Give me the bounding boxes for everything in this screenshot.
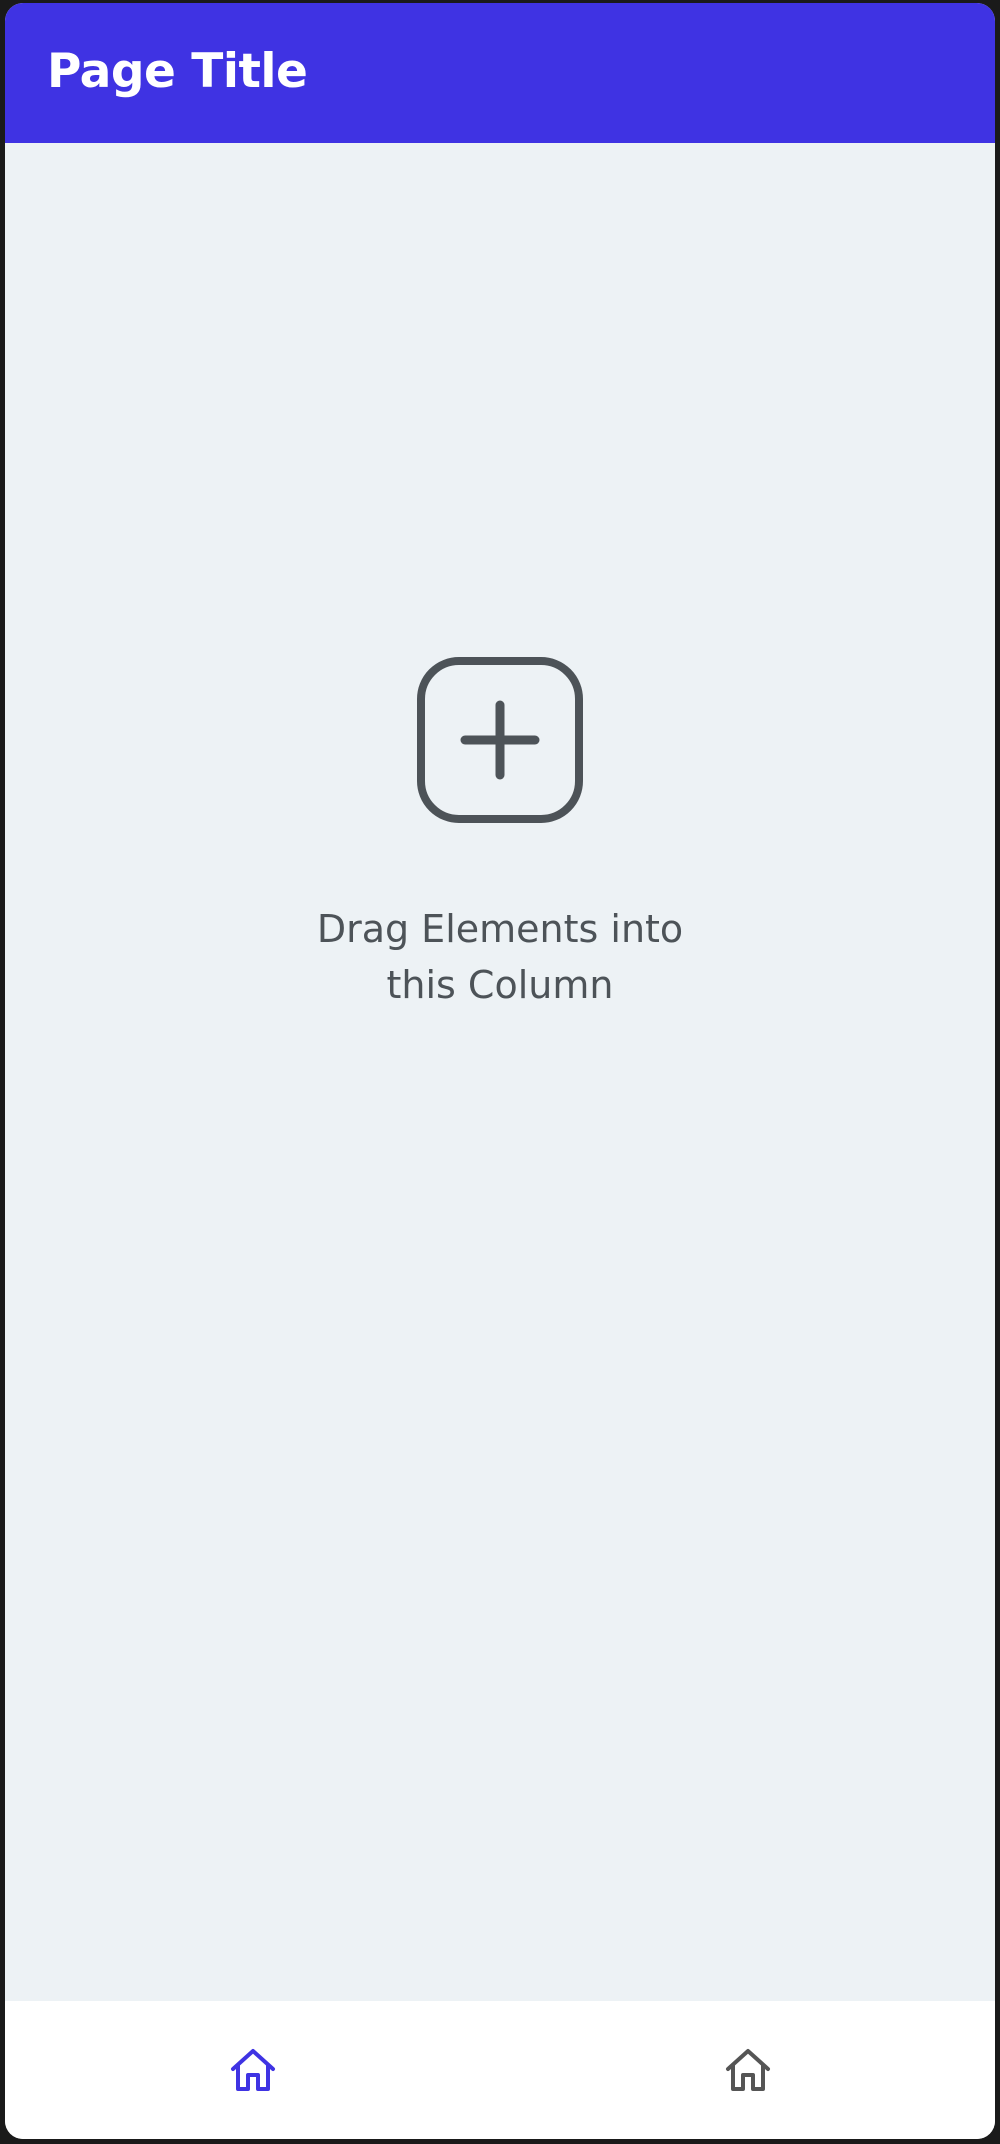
home-icon [725, 2049, 770, 2091]
app-bar: Page Title [5, 3, 995, 143]
add-square-icon[interactable] [415, 655, 585, 825]
phone-screen: Page Title Drag Elements into this Colum… [5, 3, 995, 2139]
nav-item-home-active[interactable] [5, 2001, 500, 2139]
page-title: Page Title [47, 43, 308, 99]
empty-column-placeholder: Drag Elements into this Column [5, 655, 995, 1013]
column-drop-zone[interactable]: Drag Elements into this Column [5, 143, 995, 2001]
home-icon [230, 2049, 275, 2091]
bottom-navigation [5, 2001, 995, 2139]
placeholder-text: Drag Elements into this Column [316, 907, 684, 1007]
nav-item-home[interactable] [500, 2001, 995, 2139]
